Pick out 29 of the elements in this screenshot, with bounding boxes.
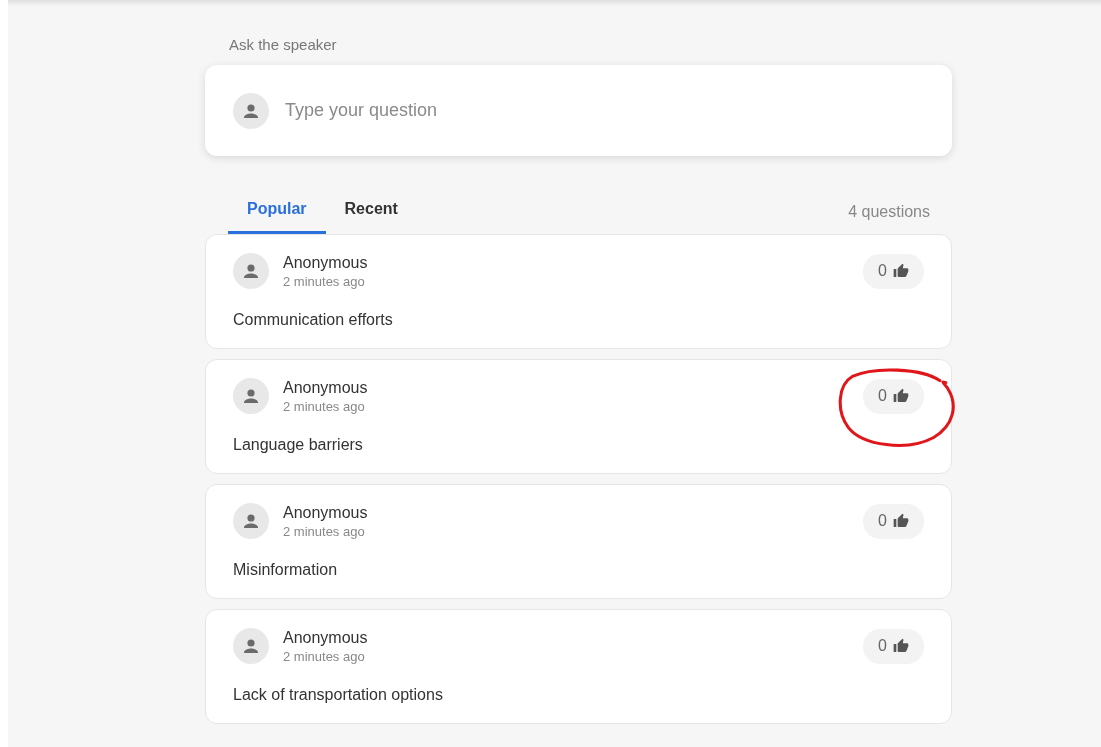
timestamp: 2 minutes ago bbox=[283, 523, 366, 539]
avatar-icon bbox=[233, 253, 269, 289]
timestamp: 2 minutes ago bbox=[283, 648, 366, 664]
question-input-field[interactable]: Type your question bbox=[283, 99, 924, 122]
question-text: Language barriers bbox=[233, 436, 364, 454]
like-button[interactable]: 0 bbox=[863, 253, 924, 289]
thumbs-up-icon bbox=[893, 388, 909, 404]
ask-label: Ask the speaker bbox=[229, 36, 338, 53]
avatar-icon bbox=[233, 628, 269, 664]
thumbs-up-icon bbox=[893, 513, 909, 529]
author-name: Anonymous bbox=[283, 628, 369, 647]
avatar-icon bbox=[233, 92, 269, 129]
like-button[interactable]: 0 bbox=[863, 378, 924, 414]
question-text: Communication efforts bbox=[233, 311, 394, 329]
question-text: Lack of transportation options bbox=[233, 686, 444, 704]
avatar-icon bbox=[233, 503, 269, 539]
thumbs-up-icon bbox=[893, 638, 909, 654]
author-name: Anonymous bbox=[283, 253, 369, 272]
like-button[interactable]: 0 bbox=[863, 503, 924, 539]
timestamp: 2 minutes ago bbox=[283, 398, 366, 414]
author-name: Anonymous bbox=[283, 503, 369, 522]
like-button[interactable]: 0 bbox=[863, 628, 924, 664]
avatar-icon bbox=[233, 378, 269, 414]
timestamp: 2 minutes ago bbox=[283, 273, 366, 289]
question-text: Misinformation bbox=[233, 561, 339, 579]
thumbs-up-icon bbox=[893, 263, 909, 279]
author-name: Anonymous bbox=[283, 378, 369, 397]
question-count: 4 questions bbox=[848, 203, 930, 221]
tab[interactable]: Recent bbox=[325, 190, 417, 234]
